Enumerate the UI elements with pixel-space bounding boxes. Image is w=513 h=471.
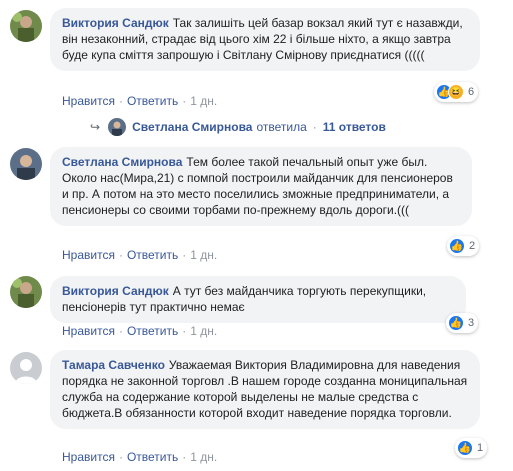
reply-button[interactable]: Ответить: [127, 324, 178, 338]
haha-icon: 😆: [448, 84, 464, 100]
reply-arrow-icon: ↪: [90, 120, 101, 134]
avatar[interactable]: [10, 148, 42, 180]
replies-count: 11 ответов: [322, 120, 386, 134]
reply-button[interactable]: Ответить: [127, 94, 178, 108]
reaction-summary[interactable]: 👍 3: [446, 313, 479, 333]
comment-author[interactable]: Виктория Сандюк: [62, 284, 169, 298]
replier-verb: ответила: [256, 120, 307, 134]
comment-time[interactable]: 1 дн.: [190, 94, 217, 108]
reaction-count: 2: [469, 240, 476, 252]
reaction-count: 1: [477, 442, 484, 454]
comment-bubble: Виктория Сандюк А тут без майданчика торг…: [50, 276, 466, 323]
replier-name: Светлана Смирнова: [132, 120, 253, 134]
comment-bubble: Светлана Смирнова Тем более такой печальн…: [50, 147, 472, 226]
avatar[interactable]: [10, 276, 42, 308]
like-button[interactable]: Нравится: [62, 94, 115, 108]
reply-button[interactable]: Ответить: [127, 450, 178, 464]
comment-bubble: Тамара Савченко Уважаемая Виктория Владим…: [50, 350, 480, 429]
reaction-summary[interactable]: 👍 😆 6: [434, 82, 479, 102]
reaction-count: 6: [468, 86, 475, 98]
like-icon: 👍: [448, 315, 464, 331]
reaction-summary[interactable]: 👍 1: [455, 438, 488, 458]
like-icon: 👍: [457, 440, 473, 456]
comment-actions: Нравится · Ответить · 1 дн.: [62, 324, 218, 338]
comment-actions: Нравится · Ответить · 1 дн.: [62, 248, 218, 262]
reaction-count: 3: [468, 317, 475, 329]
comment-author[interactable]: Виктория Сандюк: [62, 16, 169, 30]
comment-author[interactable]: Тамара Савченко: [62, 358, 165, 372]
like-button[interactable]: Нравится: [62, 324, 115, 338]
comment-time[interactable]: 1 дн.: [190, 450, 217, 464]
view-replies-link[interactable]: ↪ Светлана Смирнова ответила · 11 ответо…: [90, 118, 386, 136]
comment-actions: Нравится · Ответить · 1 дн.: [62, 450, 218, 464]
avatar: [108, 118, 127, 136]
like-icon: 👍: [449, 238, 465, 254]
like-button[interactable]: Нравится: [62, 248, 115, 262]
like-button[interactable]: Нравится: [62, 450, 115, 464]
comment-actions: Нравится · Ответить · 1 дн.: [62, 94, 218, 108]
comment-bubble: Виктория Сандюк Так залишіть цей базар во…: [50, 8, 480, 71]
comment-author[interactable]: Светлана Смирнова: [62, 155, 182, 169]
avatar[interactable]: [10, 352, 42, 384]
comment-time[interactable]: 1 дн.: [190, 324, 217, 338]
avatar[interactable]: [10, 10, 42, 42]
comment-time[interactable]: 1 дн.: [190, 248, 217, 262]
reaction-summary[interactable]: 👍 2: [447, 236, 480, 256]
reply-button[interactable]: Ответить: [127, 248, 178, 262]
